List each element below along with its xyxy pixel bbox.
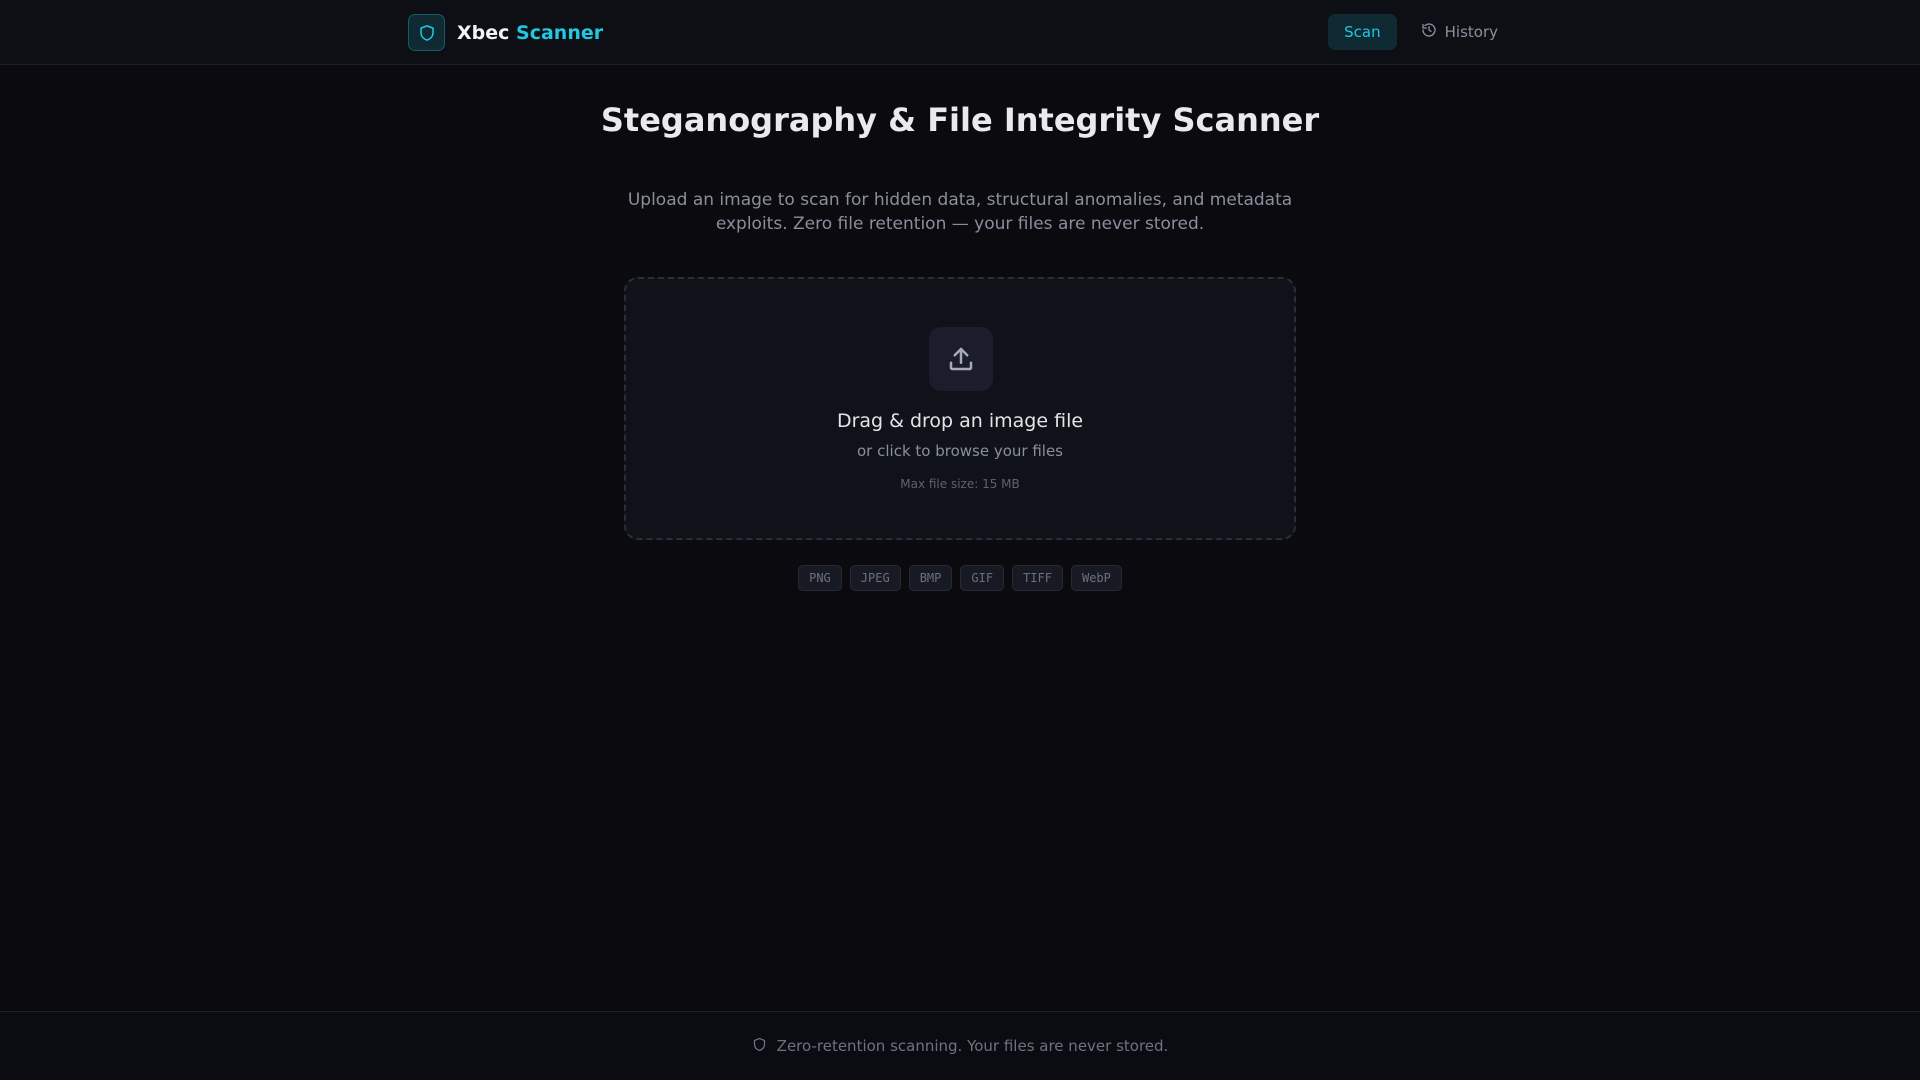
brand-name-accent: Scanner — [516, 21, 604, 44]
page-subtitle: Upload an image to scan for hidden data,… — [627, 190, 1293, 234]
upload-icon — [929, 327, 993, 391]
format-tag: GIF — [960, 565, 1005, 591]
brand[interactable]: Xbec Scanner — [408, 14, 603, 51]
footer: Zero-retention scanning. Your files are … — [0, 1011, 1920, 1080]
format-tag: BMP — [908, 565, 953, 591]
footer-text: Zero-retention scanning. Your files are … — [776, 1037, 1169, 1055]
scan-nav-button[interactable]: Scan — [1328, 14, 1397, 50]
format-tag: JPEG — [849, 565, 901, 591]
page-title: Steganography & File Integrity Scanner — [600, 101, 1320, 139]
top-bar: Xbec Scanner Scan History — [0, 0, 1920, 65]
main-nav: Scan History — [1328, 14, 1514, 50]
history-nav-label: History — [1444, 23, 1498, 41]
brand-name: Xbec Scanner — [457, 22, 603, 44]
format-tag: WebP — [1070, 565, 1122, 591]
format-tag: PNG — [798, 565, 842, 591]
supported-formats: PNG JPEG BMP GIF TIFF WebP — [0, 565, 1920, 591]
shield-icon — [752, 1037, 767, 1056]
format-tag: TIFF — [1012, 565, 1063, 591]
history-nav-button[interactable]: History — [1405, 14, 1514, 50]
history-icon — [1421, 22, 1437, 42]
page: Xbec Scanner Scan History Steganography … — [0, 0, 1920, 1080]
dropzone-title: Drag & drop an image file — [836, 410, 1084, 432]
dropzone-max-size: Max file size: 15 MB — [900, 477, 1020, 491]
shield-icon — [408, 14, 445, 51]
brand-name-primary: Xbec — [457, 21, 510, 44]
file-dropzone[interactable]: Drag & drop an image file or click to br… — [624, 277, 1296, 540]
dropzone-subtitle: or click to browse your files — [857, 442, 1063, 460]
